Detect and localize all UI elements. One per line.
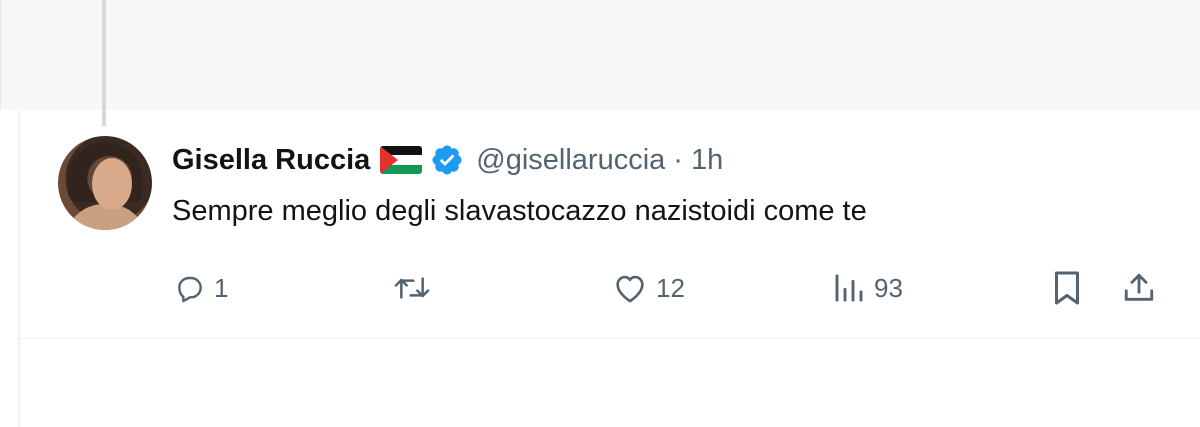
reply-count: 1 (214, 272, 229, 303)
tweet-header: Gisella Ruccia @gisellaruccia · 1h (172, 140, 723, 180)
reply-button[interactable]: 1 (174, 268, 228, 308)
like-count: 12 (656, 272, 685, 303)
bookmark-button[interactable] (1052, 268, 1082, 308)
author-handle[interactable]: @gisellaruccia (476, 144, 665, 177)
tweet-timestamp[interactable]: 1h (691, 144, 723, 177)
share-button[interactable] (1122, 268, 1156, 308)
views-button[interactable]: 93 (832, 268, 903, 308)
avatar-face-shape (92, 158, 132, 210)
author-name[interactable]: Gisella Ruccia (172, 144, 370, 177)
verified-badge-icon[interactable] (430, 143, 464, 177)
retweet-icon (394, 277, 430, 299)
avatar[interactable] (58, 136, 152, 230)
like-button[interactable]: 12 (612, 268, 685, 308)
views-count: 93 (874, 272, 903, 303)
analytics-icon (835, 274, 863, 302)
bookmark-icon (1055, 271, 1079, 305)
retweet-button[interactable] (392, 268, 440, 308)
thread-connector-line (102, 0, 106, 126)
tweet-text: Sempre meglio degli slavastocazzo nazist… (172, 195, 867, 227)
heart-icon (616, 275, 644, 303)
header-separator: · (673, 143, 683, 176)
previous-tweet-area (0, 0, 1200, 110)
reply-icon (178, 276, 202, 303)
share-icon (1124, 273, 1154, 301)
palestine-flag-icon (380, 146, 423, 174)
